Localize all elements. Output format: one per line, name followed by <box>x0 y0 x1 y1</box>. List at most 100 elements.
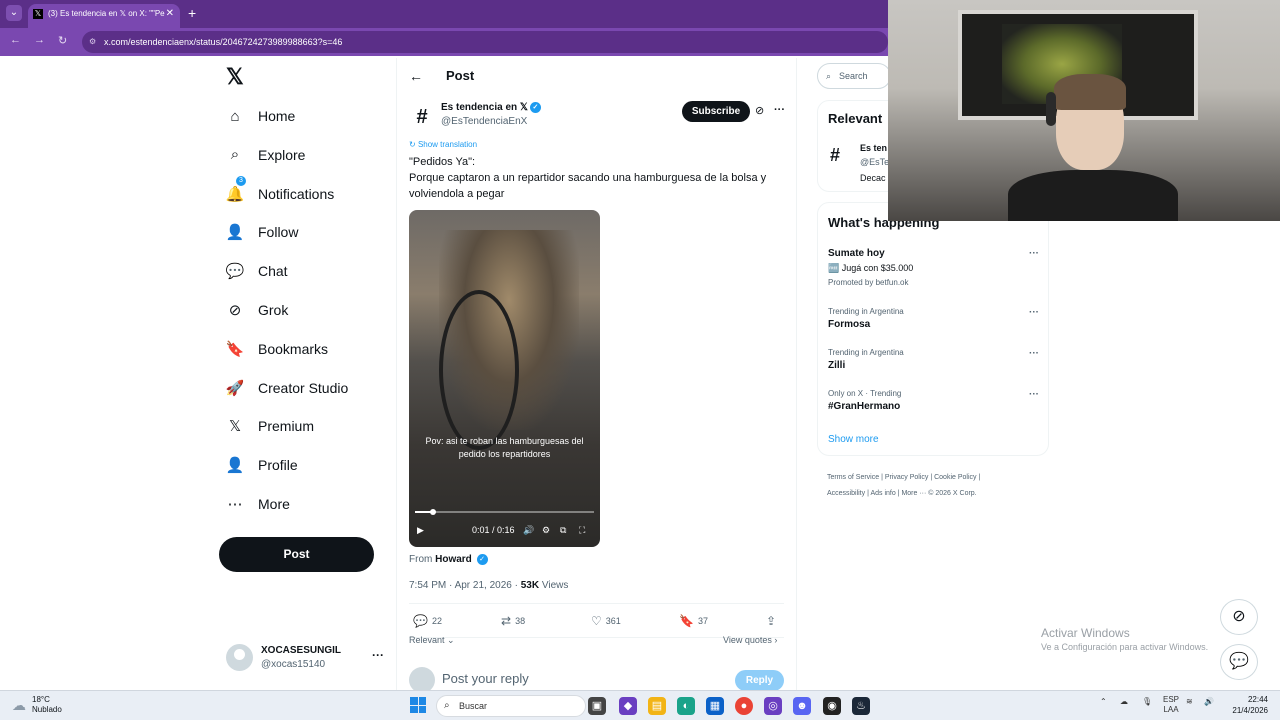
sidebar-item-follow[interactable]: 👤 Follow <box>226 218 299 246</box>
relevant-avatar[interactable]: # <box>830 145 840 166</box>
sidebar-item-creator-studio[interactable]: 🚀 Creator Studio <box>226 374 349 402</box>
share-icon[interactable]: ⇪ <box>766 614 776 628</box>
sidebar-item-explore[interactable]: ⌕ Explore <box>226 141 306 169</box>
task-view-icon[interactable]: ▣ <box>588 697 606 715</box>
grok-icon[interactable]: ⊘ <box>755 104 764 117</box>
address-bar[interactable]: ⚙ x.com/estendenciaenx/status/2046724273… <box>82 31 888 53</box>
more-dots-icon[interactable]: ··· <box>372 648 384 662</box>
show-more-link[interactable]: Show more <box>828 434 879 445</box>
trend-item[interactable]: Trending in Argentina Zilli ··· <box>828 348 1043 371</box>
video-player[interactable]: Pov: asi te roban las hamburguesas del p… <box>409 210 600 547</box>
more-dots-icon[interactable]: ··· <box>1029 248 1039 259</box>
author-name[interactable]: Es tendencia en 𝕏 ✓ <box>441 102 541 113</box>
sidebar-item-profile[interactable]: 👤 Profile <box>226 451 298 479</box>
reply-icon: 💬 <box>413 614 428 628</box>
relevant-handle: @EsTe <box>860 157 890 167</box>
grok-floating-icon[interactable]: ⊘ <box>1220 599 1258 635</box>
tab-search-icon[interactable]: ⌄ <box>6 5 22 21</box>
trend-category: Trending in Argentina <box>828 348 904 357</box>
sidebar-item-premium[interactable]: 𝕏 Premium <box>226 412 314 440</box>
x-logo-icon[interactable]: 𝕏 <box>226 64 244 90</box>
close-tab-icon[interactable]: ✕ <box>166 4 174 24</box>
author-handle[interactable]: @EsTendenciaEnX <box>441 116 527 127</box>
clock[interactable]: 22:44 21/4/2026 <box>1226 694 1268 716</box>
fullscreen-icon[interactable]: ⛶ <box>579 525 585 536</box>
from-name[interactable]: Howard <box>435 554 472 565</box>
chat-floating-icon[interactable]: 💬 <box>1220 644 1258 680</box>
relevant-name[interactable]: Es ten <box>860 143 887 153</box>
file-explorer-icon[interactable]: ▤ <box>648 697 666 715</box>
steam-icon[interactable]: ♨ <box>852 697 870 715</box>
sidebar-item-label: Creator Studio <box>258 379 349 396</box>
account-switcher[interactable]: XOCASESUNGIL @xocas15140 ··· <box>226 644 386 674</box>
trend-name: #GranHermano <box>828 401 901 412</box>
back-arrow-icon[interactable]: ← <box>409 68 423 84</box>
reply-sort-dropdown[interactable]: Relevant ⌄ <box>409 635 455 646</box>
volume-icon[interactable]: 🔊 <box>1204 697 1214 706</box>
video-progress-bar[interactable] <box>415 509 594 515</box>
trend-item[interactable]: Only on X · Trending #GranHermano ··· <box>828 389 1043 412</box>
video-progress-knob[interactable] <box>429 509 436 515</box>
chrome-icon[interactable]: ● <box>735 697 753 715</box>
play-icon[interactable]: ▶ <box>417 525 424 536</box>
reply-action[interactable]: 💬 22 <box>413 614 442 628</box>
sidebar-item-label: Home <box>258 108 296 124</box>
taskbar-search[interactable]: ⌕ Buscar <box>436 695 586 717</box>
account-handle: @xocas15140 <box>261 659 326 670</box>
notification-badge: 3 <box>236 175 246 186</box>
show-translation-link[interactable]: ↻ Show translation <box>409 140 477 149</box>
weather-widget[interactable]: ☁ 18°C Nublado <box>12 695 62 715</box>
windows-start-icon[interactable] <box>410 697 426 713</box>
repost-action[interactable]: ⇄ 38 <box>501 614 525 628</box>
trend-item[interactable]: Sumate hoy 🆓 Jugá con $35.000 Promoted b… <box>828 248 1043 287</box>
reply-input[interactable]: Post your reply <box>442 671 529 686</box>
post-timestamp[interactable]: 7:54 PM · Apr 21, 2026 · <box>409 580 521 591</box>
more-dots-icon[interactable]: ··· <box>1029 389 1039 400</box>
footer-line[interactable]: Accessibility | Ads info | More ··· © 20… <box>827 486 1042 502</box>
store-icon[interactable]: ▦ <box>706 697 724 715</box>
weather-temp: 18°C <box>32 695 50 704</box>
lang-line2: LAA <box>1163 705 1179 714</box>
more-dots-icon[interactable]: ··· <box>1029 307 1039 318</box>
sidebar-item-grok[interactable]: ⊘ Grok <box>226 296 289 324</box>
network-icon[interactable]: ☁ <box>1120 697 1128 706</box>
browser-tab[interactable]: 𝕏 (3) Es tendencia en 𝕏 on X: ""Pe ✕ <box>28 4 180 28</box>
edge-icon[interactable]: ◐ <box>677 697 695 715</box>
post-button[interactable]: Post <box>219 537 374 572</box>
reload-icon[interactable]: ↻ <box>58 34 67 47</box>
sidebar-item-bookmarks[interactable]: 🔖 Bookmarks <box>226 335 328 363</box>
tray-chevron-icon[interactable]: ⌃ <box>1100 697 1107 706</box>
footer-line[interactable]: Terms of Service | Privacy Policy | Cook… <box>827 470 1042 486</box>
like-action[interactable]: ♡ 361 <box>591 614 621 628</box>
forward-icon[interactable]: → <box>34 34 45 46</box>
settings-icon[interactable]: ⚙ <box>542 525 550 536</box>
obs-icon[interactable]: ◉ <box>823 697 841 715</box>
reply-button[interactable]: Reply <box>735 670 784 691</box>
notifications-icon: 🔔 <box>225 185 245 203</box>
language-indicator[interactable]: ESP LAA <box>1163 695 1179 715</box>
browser-icon[interactable]: ◎ <box>764 697 782 715</box>
pip-icon[interactable]: ⧉ <box>560 525 566 536</box>
more-dots-icon[interactable]: ··· <box>1029 348 1039 359</box>
subscribe-button[interactable]: Subscribe <box>682 101 750 122</box>
app-icon[interactable]: ◆ <box>619 697 637 715</box>
site-info-icon[interactable]: ⚙ <box>89 31 96 53</box>
bookmark-action[interactable]: 🔖 37 <box>679 614 708 628</box>
sidebar-item-notifications[interactable]: 🔔 3 Notifications <box>225 175 334 208</box>
view-quotes-link[interactable]: View quotes › <box>723 635 777 645</box>
footer-links: Terms of Service | Privacy Policy | Cook… <box>827 470 1042 502</box>
author-avatar[interactable]: # <box>409 104 435 130</box>
new-tab-icon[interactable]: + <box>188 5 196 21</box>
wifi-icon[interactable]: ≋ <box>1186 697 1193 706</box>
volume-icon[interactable]: 🔊 <box>523 525 534 536</box>
trend-item[interactable]: Trending in Argentina Formosa ··· <box>828 307 1043 330</box>
microphone-icon[interactable]: 🎙 <box>1142 697 1152 706</box>
sidebar-item-more[interactable]: ⋯ More <box>226 490 290 518</box>
search-input[interactable]: ⌕ Search <box>817 63 891 89</box>
sidebar-item-chat[interactable]: 💬 Chat <box>226 257 288 285</box>
sidebar-item-home[interactable]: ⌂ Home <box>226 102 295 130</box>
discord-icon[interactable]: ☻ <box>793 697 811 715</box>
lang-line1: ESP <box>1163 695 1180 704</box>
more-options-icon[interactable]: ··· <box>774 104 785 116</box>
back-icon[interactable]: ← <box>10 34 21 46</box>
